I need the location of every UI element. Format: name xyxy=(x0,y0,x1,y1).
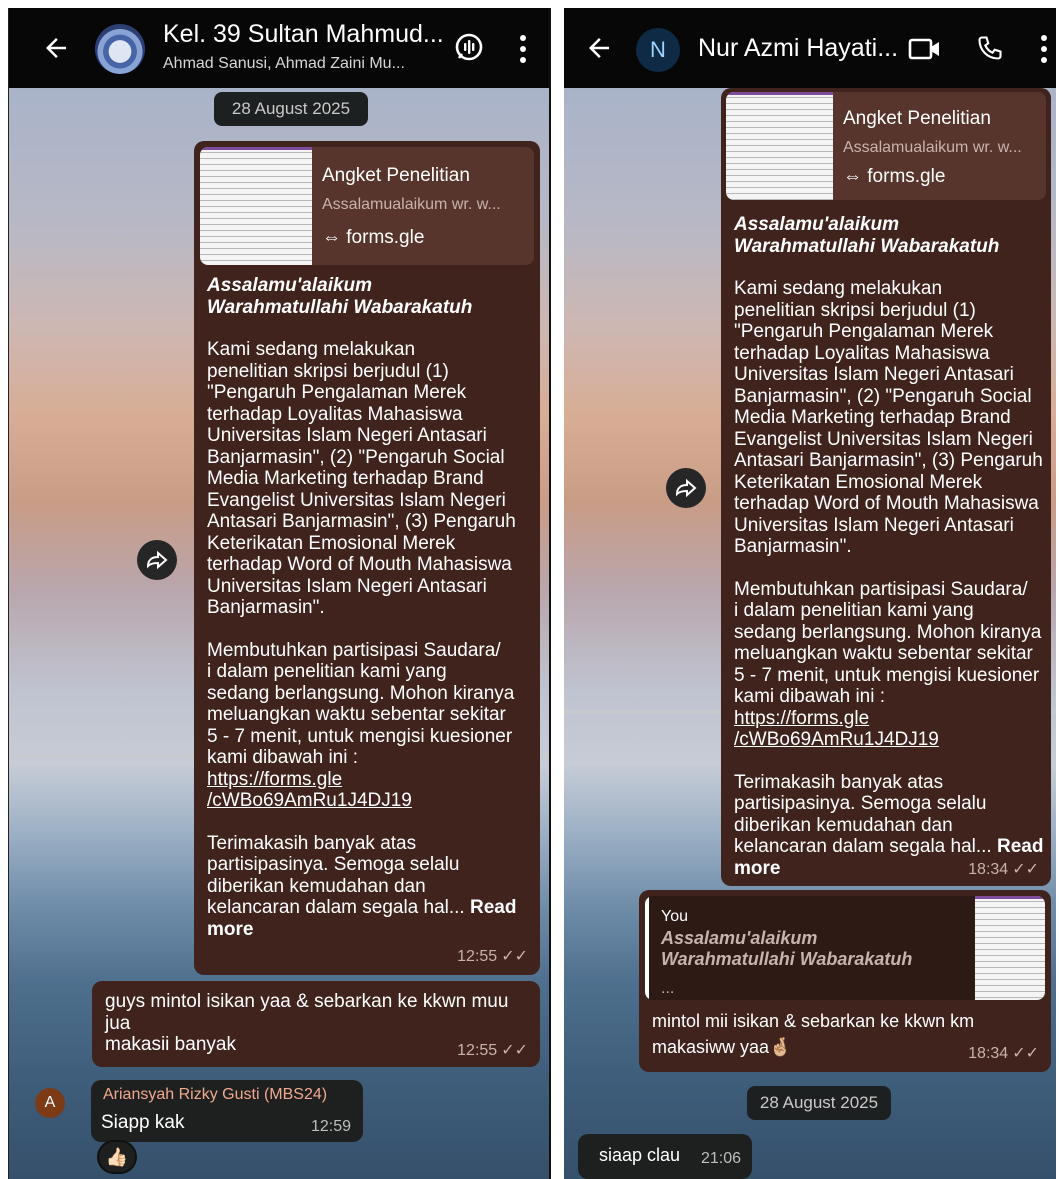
panel-divider xyxy=(549,8,551,1179)
back-arrow-icon[interactable] xyxy=(41,33,71,63)
forwarded-message-bubble[interactable]: Angket Penelitian Assalamualaikum wr. w.… xyxy=(194,141,540,975)
message-greeting: Assalamu'alaikum Warahmatullahi Wabaraka… xyxy=(734,214,1000,257)
link-domain: ⇔ forms.gle xyxy=(322,227,424,249)
form-link[interactable]: https://forms.gle xyxy=(207,769,342,790)
message-text: Siapp kak xyxy=(101,1112,185,1133)
date-chip: 28 August 2025 xyxy=(747,1086,891,1120)
message-paragraph: Kami sedang melakukan penelitian skripsi… xyxy=(734,278,1043,557)
quote-thumbnail xyxy=(975,896,1045,1000)
group-avatar[interactable] xyxy=(95,24,145,74)
link-description: Assalamualaikum wr. w... xyxy=(322,196,501,213)
read-more-link[interactable]: Read xyxy=(997,836,1043,857)
group-chat-panel: Kel. 39 Sultan Mahmud... Ahmad Sanusi, A… xyxy=(9,8,549,1179)
read-ticks-icon: ✓✓ xyxy=(1012,860,1039,878)
top-margin xyxy=(0,0,1059,8)
link-title: Angket Penelitian xyxy=(843,108,991,129)
message-time: 18:34 xyxy=(968,1044,1009,1062)
form-link[interactable]: https://forms.gle xyxy=(734,708,869,729)
chat-title[interactable]: Kel. 39 Sultan Mahmud... xyxy=(163,20,444,49)
sender-name[interactable]: Ariansyah Rizky Gusti (MBS24) xyxy=(103,1086,327,1104)
thumbs-up-reaction[interactable]: 👍🏻 xyxy=(97,1140,137,1174)
panel-gap xyxy=(556,8,560,1179)
message-paragraph: Terimakasih banyak atas partisipasinya. … xyxy=(734,771,992,858)
incoming-message-bubble[interactable]: siaap clau 21:06 xyxy=(578,1134,752,1179)
read-more-link[interactable]: Read xyxy=(470,897,516,918)
quoted-message[interactable]: You Assalamu'alaikum Warahmatullahi Waba… xyxy=(645,896,1045,1000)
forward-button[interactable] xyxy=(666,468,706,508)
message-paragraph: Terimakasih banyak atas partisipasinya. … xyxy=(207,832,465,919)
message-time: 12:55 xyxy=(457,1041,498,1059)
chat-participants[interactable]: Ahmad Sanusi, Ahmad Zaini Mu... xyxy=(163,55,405,73)
voice-call-icon[interactable] xyxy=(976,34,1004,62)
chat-title[interactable]: Nur Azmi Hayati... xyxy=(698,34,898,63)
contact-avatar[interactable]: N xyxy=(636,28,680,72)
link-thumbnail xyxy=(726,92,833,200)
read-ticks-icon: ✓✓ xyxy=(501,947,528,965)
message-text: mintol mii isikan & sebarkan ke kkwn km … xyxy=(652,1011,975,1057)
message-meta: 12:55 ✓✓ xyxy=(457,946,528,968)
message-paragraph: Membutuhkan partisipasi Saudara/ i dalam… xyxy=(207,639,515,769)
voice-chat-icon[interactable] xyxy=(453,32,485,64)
message-greeting: Assalamu'alaikum Warahmatullahi Wabaraka… xyxy=(207,275,473,318)
forward-icon xyxy=(675,478,697,498)
link-preview[interactable]: Angket Penelitian Assalamualaikum wr. w.… xyxy=(726,92,1046,200)
link-preview[interactable]: Angket Penelitian Assalamualaikum wr. w.… xyxy=(200,147,534,265)
quote-ellipsis: ... xyxy=(661,980,675,997)
message-time: 12:59 xyxy=(310,1118,351,1135)
message-meta: 12:55 ✓✓ xyxy=(457,1040,528,1062)
message-text: siaap clau xyxy=(599,1145,681,1165)
incoming-message-bubble[interactable]: Ariansyah Rizky Gusti (MBS24) Siapp kak … xyxy=(91,1080,363,1142)
quote-text: Assalamu'alaikum Warahmatullahi Wabaraka… xyxy=(661,928,913,969)
link-icon: ⇔ xyxy=(843,166,868,187)
left-border xyxy=(8,8,9,1179)
link-domain-text: forms.gle xyxy=(867,166,946,187)
outgoing-message-bubble[interactable]: guys mintol isikan yaa & sebarkan ke kkw… xyxy=(92,981,540,1067)
link-thumbnail xyxy=(200,147,312,265)
back-arrow-icon[interactable] xyxy=(584,33,614,63)
sender-avatar[interactable]: A xyxy=(35,1088,65,1118)
direct-chat-panel: N Nur Azmi Hayati... Angket Penelitian A… xyxy=(564,8,1056,1179)
link-domain-text: forms.gle xyxy=(346,227,425,248)
read-ticks-icon: ✓✓ xyxy=(501,1041,528,1059)
forwarded-message-bubble[interactable]: Angket Penelitian Assalamualaikum wr. w.… xyxy=(721,88,1051,886)
link-title: Angket Penelitian xyxy=(322,165,470,186)
quote-bar xyxy=(645,896,649,1000)
more-options-icon[interactable] xyxy=(519,34,527,64)
link-domain: ⇔ forms.gle xyxy=(843,166,945,188)
link-icon: ⇔ xyxy=(322,227,347,248)
link-description: Assalamualaikum wr. w... xyxy=(843,139,1022,156)
message-meta: 18:34 ✓✓ xyxy=(968,859,1039,881)
read-ticks-icon: ✓✓ xyxy=(1012,1044,1039,1062)
video-call-icon[interactable] xyxy=(908,37,942,61)
form-link-path[interactable]: /cWBo69AmRu1J4DJ19 xyxy=(207,790,412,811)
outgoing-reply-bubble[interactable]: You Assalamu'alaikum Warahmatullahi Waba… xyxy=(639,890,1051,1072)
form-link-path[interactable]: /cWBo69AmRu1J4DJ19 xyxy=(734,729,939,750)
message-meta: 18:34 ✓✓ xyxy=(968,1043,1039,1065)
message-paragraph: Membutuhkan partisipasi Saudara/ i dalam… xyxy=(734,578,1042,708)
forward-icon xyxy=(146,550,168,570)
chat-header: N Nur Azmi Hayati... xyxy=(564,8,1056,88)
date-chip: 28 August 2025 xyxy=(214,92,368,126)
quote-author: You xyxy=(661,908,688,925)
message-paragraph: Kami sedang melakukan penelitian skripsi… xyxy=(207,339,516,618)
forward-button[interactable] xyxy=(137,540,177,580)
chat-header: Kel. 39 Sultan Mahmud... Ahmad Sanusi, A… xyxy=(9,8,549,88)
message-time: 18:34 xyxy=(968,860,1009,878)
message-time: 21:06 xyxy=(701,1150,742,1167)
fingers-crossed-emoji: 🤞🏼 xyxy=(769,1037,792,1057)
read-more-link[interactable]: more xyxy=(207,919,532,941)
message-time: 12:55 xyxy=(457,947,498,965)
more-options-icon[interactable] xyxy=(1040,34,1048,64)
